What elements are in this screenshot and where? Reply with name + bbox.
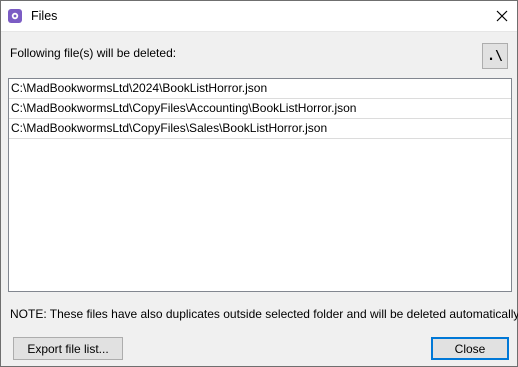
close-icon[interactable]	[491, 5, 513, 27]
files-dialog: Files Following file(s) will be deleted:…	[0, 0, 518, 367]
list-item[interactable]: C:\MadBookwormsLtd\2024\BookListHorror.j…	[9, 79, 511, 99]
prompt-label: Following file(s) will be deleted:	[10, 46, 177, 60]
title-bar: Files	[1, 1, 517, 32]
list-item[interactable]: C:\MadBookwormsLtd\CopyFiles\Sales\BookL…	[9, 119, 511, 139]
file-list[interactable]: C:\MadBookwormsLtd\2024\BookListHorror.j…	[8, 78, 512, 292]
close-button[interactable]: Close	[431, 337, 509, 360]
window-title: Files	[31, 9, 58, 23]
export-file-list-button[interactable]: Export file list...	[13, 337, 123, 360]
note-text: NOTE: These files have also duplicates o…	[10, 307, 518, 321]
path-toggle-button[interactable]: .\	[482, 43, 508, 69]
app-icon	[8, 9, 22, 23]
list-item[interactable]: C:\MadBookwormsLtd\CopyFiles\Accounting\…	[9, 99, 511, 119]
